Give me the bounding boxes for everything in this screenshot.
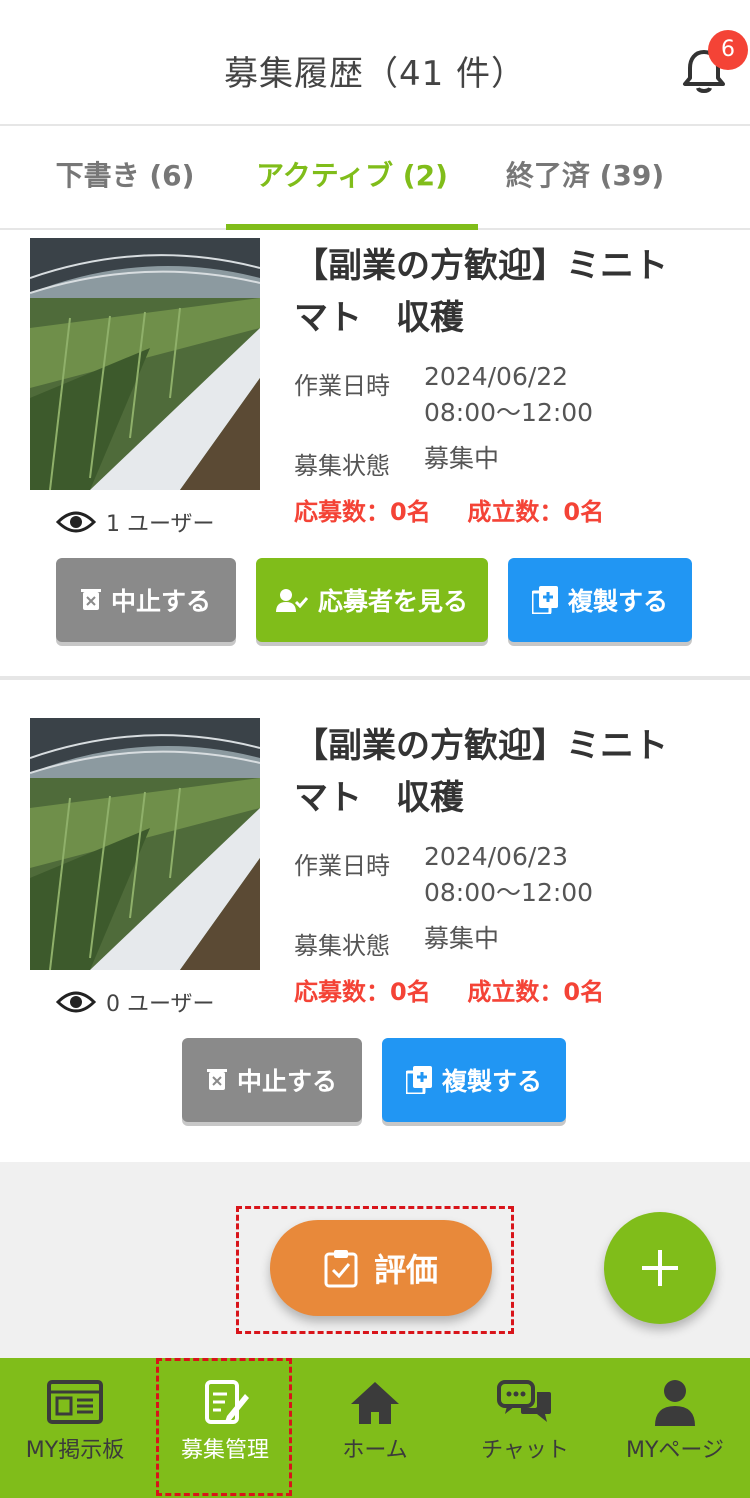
tab-active[interactable]: アクティブ (2)	[226, 126, 478, 230]
home-icon	[351, 1382, 399, 1424]
match-count: 成立数：0名	[467, 498, 605, 526]
status-tabs: 下書き (6) アクティブ (2) 終了済 (39)	[0, 126, 750, 230]
view-applicants-button[interactable]: 応募者を見る	[256, 558, 488, 642]
recruit-card: 0 ユーザー 【副業の方歓迎】ミニト マト 収穫 作業日時 2024/06/23…	[0, 684, 750, 1160]
app-header: 募集履歴（41 件） 6	[0, 0, 750, 126]
recruit-status: 募集中	[424, 924, 500, 953]
page-title: 募集履歴（41 件）	[223, 54, 527, 94]
highlight-box	[156, 1358, 292, 1496]
bottom-nav: MY掲示板 募集管理 ホーム チャット MYページ	[0, 1358, 750, 1498]
eye-icon	[56, 991, 96, 1013]
view-count: 0 ユーザー	[56, 986, 215, 1018]
highlight-box	[236, 1206, 514, 1334]
application-count: 応募数：0名	[294, 498, 431, 526]
copy-icon	[531, 586, 558, 614]
bulletin-board-icon	[47, 1380, 103, 1424]
work-time: 08:00〜12:00	[424, 878, 594, 907]
tab-draft[interactable]: 下書き (6)	[20, 126, 230, 230]
post-title[interactable]: 【副業の方歓迎】ミニト マト 収穫	[294, 240, 734, 344]
counts-row: 応募数：0名 成立数：0名	[294, 972, 604, 1007]
chat-icon	[497, 1380, 551, 1422]
application-count: 応募数：0名	[294, 978, 431, 1006]
duplicate-button[interactable]: 複製する	[508, 558, 692, 642]
active-tab-indicator	[226, 224, 478, 230]
copy-icon	[405, 1066, 432, 1094]
nav-item-chat[interactable]: チャット	[450, 1358, 600, 1498]
recruit-status: 募集中	[424, 444, 500, 473]
work-date-label: 作業日時	[294, 852, 390, 880]
add-post-button[interactable]	[604, 1212, 716, 1324]
counts-row: 応募数：0名 成立数：0名	[294, 492, 604, 527]
nav-item-my-board[interactable]: MY掲示板	[0, 1358, 150, 1498]
view-count-text: 1 ユーザー	[106, 512, 215, 537]
cancel-button[interactable]: 中止する	[182, 1038, 362, 1122]
nav-item-my-page[interactable]: MYページ	[600, 1358, 750, 1498]
nav-item-home[interactable]: ホーム	[300, 1358, 450, 1498]
user-icon	[655, 1380, 695, 1426]
view-count-text: 0 ユーザー	[106, 992, 215, 1017]
view-count: 1 ユーザー	[56, 506, 215, 538]
work-date: 2024/06/22	[424, 362, 569, 391]
cancel-button[interactable]: 中止する	[56, 558, 236, 642]
match-count: 成立数：0名	[467, 978, 605, 1006]
duplicate-button[interactable]: 複製する	[382, 1038, 566, 1122]
work-time: 08:00〜12:00	[424, 398, 594, 427]
trash-icon	[206, 1069, 227, 1090]
eye-icon	[56, 511, 96, 533]
user-check-icon	[275, 589, 308, 612]
work-date: 2024/06/23	[424, 842, 569, 871]
work-date-label: 作業日時	[294, 372, 390, 400]
trash-icon	[80, 589, 101, 610]
post-title[interactable]: 【副業の方歓迎】ミニト マト 収穫	[294, 720, 734, 824]
farm-photo[interactable]	[30, 238, 260, 490]
status-label: 募集状態	[294, 452, 390, 480]
status-label: 募集状態	[294, 932, 390, 960]
tab-finished[interactable]: 終了済 (39)	[480, 126, 690, 230]
farm-photo[interactable]	[30, 718, 260, 970]
recruit-card: 1 ユーザー 【副業の方歓迎】ミニト マト 収穫 作業日時 2024/06/22…	[0, 232, 750, 680]
notification-badge: 6	[708, 30, 748, 70]
